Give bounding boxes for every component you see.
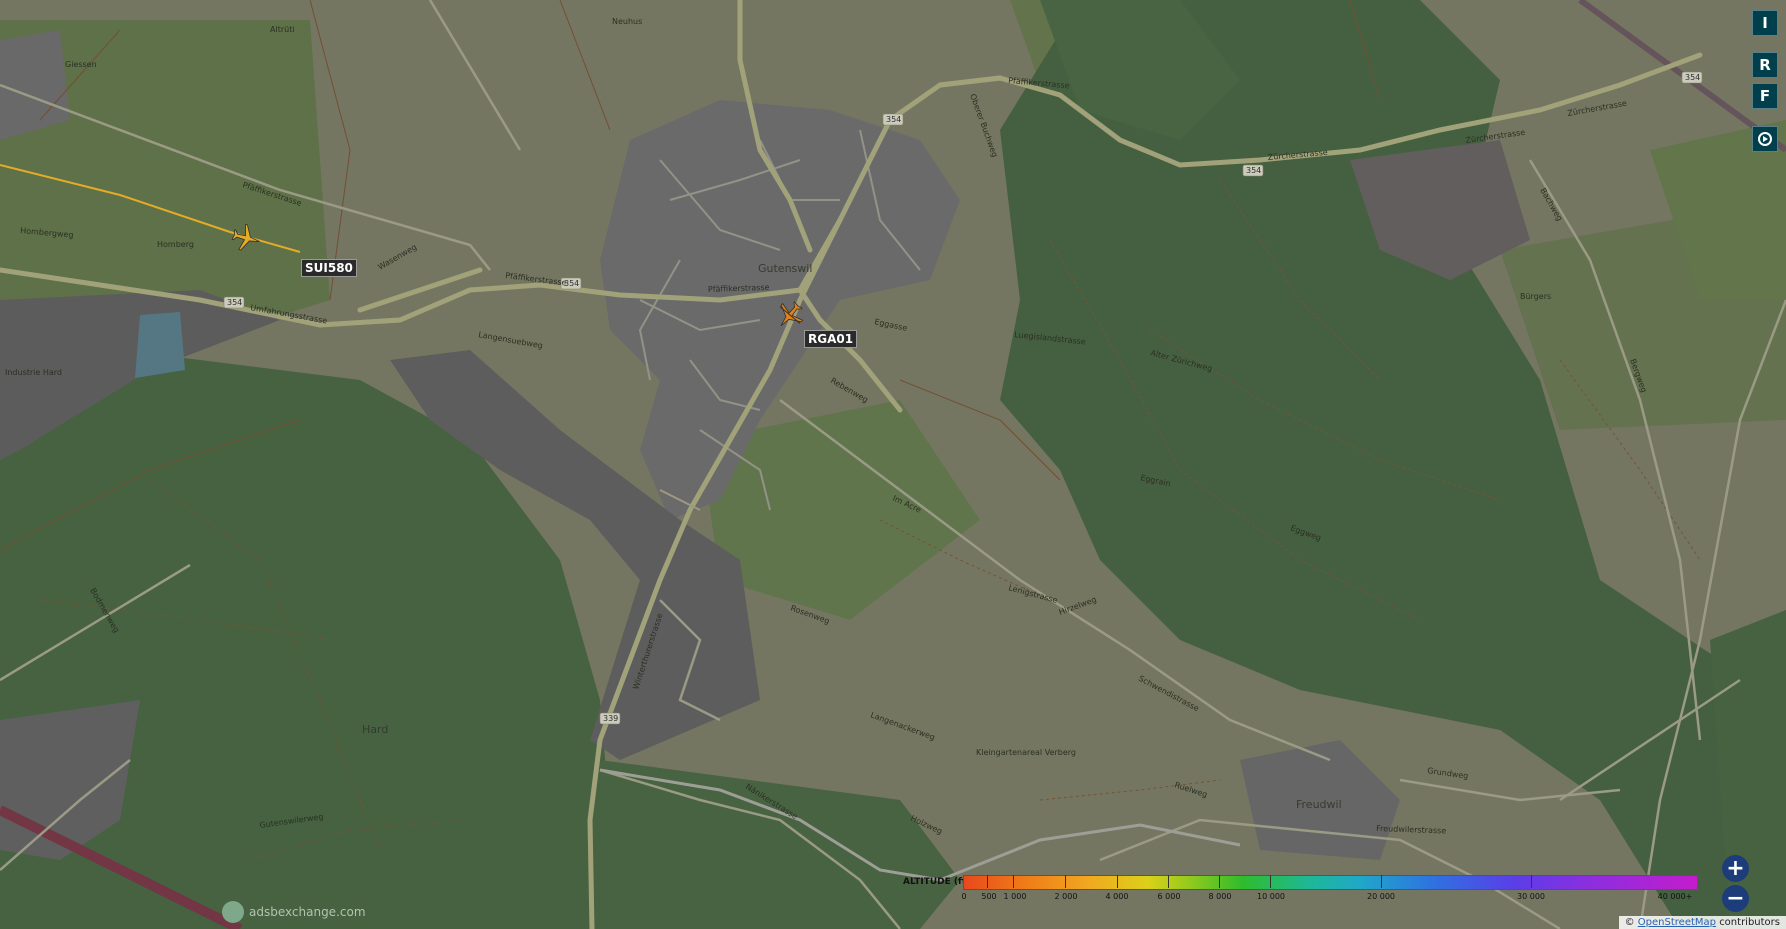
altitude-legend: ALTITUDE (ft) 0 500 1 000 2 000 4 000 6 … (903, 869, 1703, 905)
legend-title: ALTITUDE (ft) (903, 877, 971, 887)
legend-tick (1117, 875, 1118, 888)
legend-tick (987, 875, 988, 888)
zoom-out-button[interactable]: − (1722, 885, 1749, 912)
map-canvas[interactable]: 354 354 354 354 354 339 Gutenswil Freudw… (0, 0, 1786, 929)
toggle-button-r[interactable]: R (1752, 52, 1778, 78)
adsbexchange-logo-icon (222, 901, 244, 923)
attribution-prefix: © (1624, 917, 1635, 928)
legend-tick-label: 30 000 (1517, 892, 1545, 901)
legend-tick-label: 40 000+ (1657, 892, 1693, 901)
zoom-in-button[interactable]: + (1722, 855, 1749, 882)
map-dim-overlay (0, 0, 1786, 929)
attribution-suffix: contributors (1719, 917, 1780, 928)
logo-text: adsbexchange.com (249, 905, 366, 919)
aircraft-label-sui580[interactable]: SUI580 (301, 259, 357, 277)
legend-tick (1013, 875, 1014, 888)
legend-tick-label: 4 000 (1105, 892, 1129, 901)
settings-button[interactable] (1752, 126, 1778, 152)
aircraft-label-rga01[interactable]: RGA01 (804, 330, 858, 348)
legend-tick-label: 8 000 (1208, 892, 1232, 901)
legend-color-bar (963, 875, 1698, 890)
legend-tick-label: 20 000 (1367, 892, 1395, 901)
legend-tick-label: 10 000 (1257, 892, 1285, 901)
replay-icon (1758, 132, 1772, 146)
adsbexchange-logo[interactable]: adsbexchange.com (222, 901, 366, 923)
legend-tick (1531, 875, 1532, 888)
legend-tick (1270, 875, 1271, 888)
map-attribution: © OpenStreetMap contributors (1618, 916, 1786, 929)
toggle-button-i[interactable]: I (1752, 10, 1778, 36)
legend-tick (1219, 875, 1220, 888)
legend-tick (1168, 875, 1169, 888)
legend-tick-label: 500 (981, 892, 997, 901)
openstreetmap-link[interactable]: OpenStreetMap (1638, 917, 1716, 928)
legend-tick (1065, 875, 1066, 888)
legend-tick-label: 6 000 (1157, 892, 1181, 901)
legend-tick-label: 1 000 (1003, 892, 1027, 901)
toggle-button-f[interactable]: F (1752, 83, 1778, 109)
legend-tick (1381, 875, 1382, 888)
legend-tick-label: 0 (961, 892, 967, 901)
legend-tick-label: 2 000 (1054, 892, 1078, 901)
